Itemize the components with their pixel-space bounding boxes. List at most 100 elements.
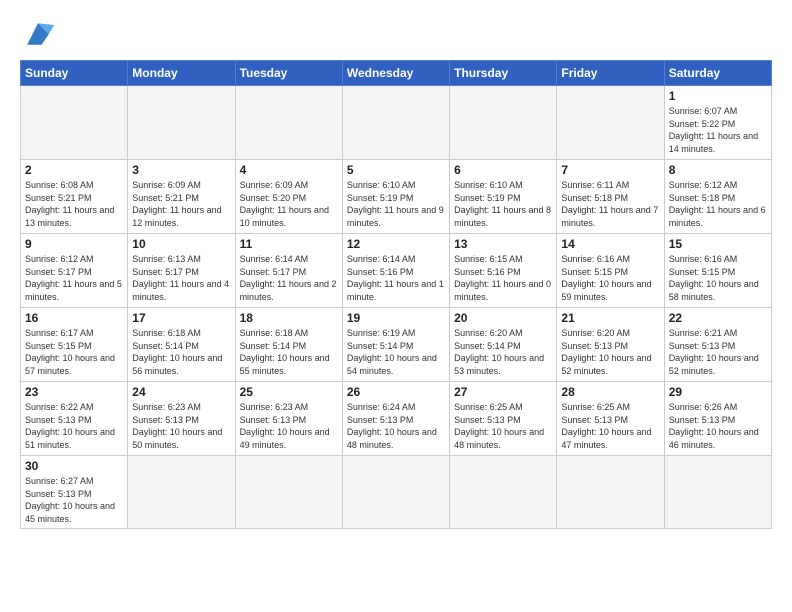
day-header-friday: Friday bbox=[557, 61, 664, 86]
day-number: 1 bbox=[669, 89, 767, 103]
day-info: Sunrise: 6:17 AM Sunset: 5:15 PM Dayligh… bbox=[25, 327, 123, 377]
calendar-cell: 9 Sunrise: 6:12 AM Sunset: 5:17 PM Daylig… bbox=[21, 234, 128, 308]
calendar-week-row: 30 Sunrise: 6:27 AM Sunset: 5:13 PM Dayli… bbox=[21, 456, 772, 529]
calendar-cell: 19Sunrise: 6:19 AM Sunset: 5:14 PM Dayli… bbox=[342, 308, 449, 382]
day-info: Sunrise: 6:09 AM Sunset: 5:20 PM Dayligh… bbox=[240, 179, 338, 229]
calendar-cell bbox=[342, 86, 449, 160]
logo bbox=[20, 16, 60, 52]
day-info: Sunrise: 6:16 AM Sunset: 5:15 PM Dayligh… bbox=[669, 253, 767, 303]
day-number: 5 bbox=[347, 163, 445, 177]
day-info: Sunrise: 6:10 AM Sunset: 5:19 PM Dayligh… bbox=[347, 179, 445, 229]
calendar-cell: 7 Sunrise: 6:11 AM Sunset: 5:18 PM Daylig… bbox=[557, 160, 664, 234]
calendar-header-row: SundayMondayTuesdayWednesdayThursdayFrid… bbox=[21, 61, 772, 86]
calendar-cell: 20 Sunrise: 6:20 AM Sunset: 5:14 PM Dayli… bbox=[450, 308, 557, 382]
day-info: Sunrise: 6:23 AM Sunset: 5:13 PM Dayligh… bbox=[132, 401, 230, 451]
calendar-cell: 1 Sunrise: 6:07 AM Sunset: 5:22 PM Daylig… bbox=[664, 86, 771, 160]
day-number: 2 bbox=[25, 163, 123, 177]
day-number: 29 bbox=[669, 385, 767, 399]
day-info: Sunrise: 6:22 AM Sunset: 5:13 PM Dayligh… bbox=[25, 401, 123, 451]
calendar-cell: 4 Sunrise: 6:09 AM Sunset: 5:20 PM Daylig… bbox=[235, 160, 342, 234]
calendar-cell bbox=[342, 456, 449, 529]
calendar-cell: 2 Sunrise: 6:08 AM Sunset: 5:21 PM Daylig… bbox=[21, 160, 128, 234]
calendar-cell: 26Sunrise: 6:24 AM Sunset: 5:13 PM Dayli… bbox=[342, 382, 449, 456]
day-info: Sunrise: 6:26 AM Sunset: 5:13 PM Dayligh… bbox=[669, 401, 767, 451]
day-info: Sunrise: 6:18 AM Sunset: 5:14 PM Dayligh… bbox=[132, 327, 230, 377]
day-number: 23 bbox=[25, 385, 123, 399]
day-number: 18 bbox=[240, 311, 338, 325]
calendar-week-row: 2 Sunrise: 6:08 AM Sunset: 5:21 PM Daylig… bbox=[21, 160, 772, 234]
day-info: Sunrise: 6:12 AM Sunset: 5:18 PM Dayligh… bbox=[669, 179, 767, 229]
calendar-cell bbox=[235, 456, 342, 529]
day-header-monday: Monday bbox=[128, 61, 235, 86]
day-number: 3 bbox=[132, 163, 230, 177]
day-info: Sunrise: 6:09 AM Sunset: 5:21 PM Dayligh… bbox=[132, 179, 230, 229]
day-header-thursday: Thursday bbox=[450, 61, 557, 86]
day-number: 12 bbox=[347, 237, 445, 251]
day-info: Sunrise: 6:27 AM Sunset: 5:13 PM Dayligh… bbox=[25, 475, 123, 525]
calendar-cell: 13Sunrise: 6:15 AM Sunset: 5:16 PM Dayli… bbox=[450, 234, 557, 308]
day-info: Sunrise: 6:12 AM Sunset: 5:17 PM Dayligh… bbox=[25, 253, 123, 303]
day-number: 30 bbox=[25, 459, 123, 473]
day-header-saturday: Saturday bbox=[664, 61, 771, 86]
day-info: Sunrise: 6:20 AM Sunset: 5:14 PM Dayligh… bbox=[454, 327, 552, 377]
day-number: 4 bbox=[240, 163, 338, 177]
day-info: Sunrise: 6:14 AM Sunset: 5:16 PM Dayligh… bbox=[347, 253, 445, 303]
calendar-week-row: 1 Sunrise: 6:07 AM Sunset: 5:22 PM Daylig… bbox=[21, 86, 772, 160]
day-number: 9 bbox=[25, 237, 123, 251]
day-info: Sunrise: 6:08 AM Sunset: 5:21 PM Dayligh… bbox=[25, 179, 123, 229]
header bbox=[20, 16, 772, 52]
day-info: Sunrise: 6:15 AM Sunset: 5:16 PM Dayligh… bbox=[454, 253, 552, 303]
calendar-cell: 30 Sunrise: 6:27 AM Sunset: 5:13 PM Dayli… bbox=[21, 456, 128, 529]
day-number: 16 bbox=[25, 311, 123, 325]
day-number: 6 bbox=[454, 163, 552, 177]
day-number: 20 bbox=[454, 311, 552, 325]
day-info: Sunrise: 6:23 AM Sunset: 5:13 PM Dayligh… bbox=[240, 401, 338, 451]
calendar-cell bbox=[450, 86, 557, 160]
day-info: Sunrise: 6:13 AM Sunset: 5:17 PM Dayligh… bbox=[132, 253, 230, 303]
calendar-week-row: 23 Sunrise: 6:22 AM Sunset: 5:13 PM Dayli… bbox=[21, 382, 772, 456]
calendar-cell bbox=[128, 456, 235, 529]
calendar-cell: 8 Sunrise: 6:12 AM Sunset: 5:18 PM Daylig… bbox=[664, 160, 771, 234]
logo-icon bbox=[20, 16, 56, 52]
day-info: Sunrise: 6:21 AM Sunset: 5:13 PM Dayligh… bbox=[669, 327, 767, 377]
calendar-week-row: 16 Sunrise: 6:17 AM Sunset: 5:15 PM Dayli… bbox=[21, 308, 772, 382]
day-info: Sunrise: 6:25 AM Sunset: 5:13 PM Dayligh… bbox=[561, 401, 659, 451]
day-info: Sunrise: 6:25 AM Sunset: 5:13 PM Dayligh… bbox=[454, 401, 552, 451]
day-number: 24 bbox=[132, 385, 230, 399]
calendar-cell: 12 Sunrise: 6:14 AM Sunset: 5:16 PM Dayli… bbox=[342, 234, 449, 308]
day-number: 8 bbox=[669, 163, 767, 177]
calendar-cell: 18 Sunrise: 6:18 AM Sunset: 5:14 PM Dayli… bbox=[235, 308, 342, 382]
day-info: Sunrise: 6:16 AM Sunset: 5:15 PM Dayligh… bbox=[561, 253, 659, 303]
calendar-week-row: 9 Sunrise: 6:12 AM Sunset: 5:17 PM Daylig… bbox=[21, 234, 772, 308]
calendar-cell: 17Sunrise: 6:18 AM Sunset: 5:14 PM Dayli… bbox=[128, 308, 235, 382]
day-info: Sunrise: 6:11 AM Sunset: 5:18 PM Dayligh… bbox=[561, 179, 659, 229]
calendar-cell bbox=[21, 86, 128, 160]
day-number: 14 bbox=[561, 237, 659, 251]
day-number: 21 bbox=[561, 311, 659, 325]
day-number: 25 bbox=[240, 385, 338, 399]
day-info: Sunrise: 6:18 AM Sunset: 5:14 PM Dayligh… bbox=[240, 327, 338, 377]
day-info: Sunrise: 6:07 AM Sunset: 5:22 PM Dayligh… bbox=[669, 105, 767, 155]
calendar-cell bbox=[557, 86, 664, 160]
calendar-cell: 28Sunrise: 6:25 AM Sunset: 5:13 PM Dayli… bbox=[557, 382, 664, 456]
day-info: Sunrise: 6:19 AM Sunset: 5:14 PM Dayligh… bbox=[347, 327, 445, 377]
calendar-cell: 15Sunrise: 6:16 AM Sunset: 5:15 PM Dayli… bbox=[664, 234, 771, 308]
day-number: 7 bbox=[561, 163, 659, 177]
day-header-wednesday: Wednesday bbox=[342, 61, 449, 86]
calendar-cell: 27 Sunrise: 6:25 AM Sunset: 5:13 PM Dayli… bbox=[450, 382, 557, 456]
calendar-cell: 21 Sunrise: 6:20 AM Sunset: 5:13 PM Dayli… bbox=[557, 308, 664, 382]
calendar-cell: 3 Sunrise: 6:09 AM Sunset: 5:21 PM Daylig… bbox=[128, 160, 235, 234]
calendar-cell bbox=[450, 456, 557, 529]
calendar-cell: 29 Sunrise: 6:26 AM Sunset: 5:13 PM Dayli… bbox=[664, 382, 771, 456]
day-info: Sunrise: 6:20 AM Sunset: 5:13 PM Dayligh… bbox=[561, 327, 659, 377]
day-number: 22 bbox=[669, 311, 767, 325]
day-info: Sunrise: 6:14 AM Sunset: 5:17 PM Dayligh… bbox=[240, 253, 338, 303]
calendar: SundayMondayTuesdayWednesdayThursdayFrid… bbox=[20, 60, 772, 529]
page: SundayMondayTuesdayWednesdayThursdayFrid… bbox=[0, 0, 792, 539]
day-number: 27 bbox=[454, 385, 552, 399]
calendar-cell: 22 Sunrise: 6:21 AM Sunset: 5:13 PM Dayli… bbox=[664, 308, 771, 382]
calendar-cell: 11Sunrise: 6:14 AM Sunset: 5:17 PM Dayli… bbox=[235, 234, 342, 308]
calendar-cell bbox=[557, 456, 664, 529]
calendar-cell: 5 Sunrise: 6:10 AM Sunset: 5:19 PM Daylig… bbox=[342, 160, 449, 234]
calendar-cell: 10Sunrise: 6:13 AM Sunset: 5:17 PM Dayli… bbox=[128, 234, 235, 308]
